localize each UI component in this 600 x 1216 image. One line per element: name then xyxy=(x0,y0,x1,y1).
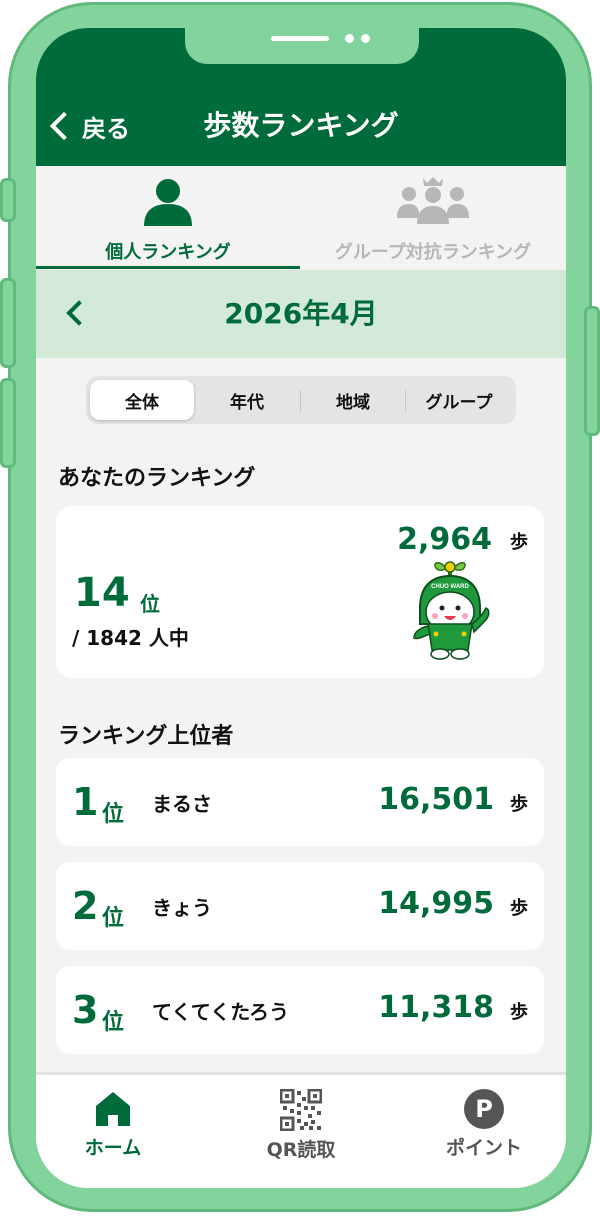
speaker-bar xyxy=(271,36,329,41)
camera-dot xyxy=(345,34,354,43)
bottom-navigation: ホーム QR読取 P ポイント xyxy=(36,1072,566,1188)
month-selector: 2026年4月 xyxy=(36,270,566,358)
group-icon xyxy=(397,177,469,224)
point-icon: P xyxy=(464,1089,504,1129)
side-button xyxy=(0,178,16,222)
nav-qr-reader[interactable]: QR読取 xyxy=(250,1075,352,1188)
filter-group[interactable]: グループ xyxy=(406,380,512,420)
row-steps-unit: 歩 xyxy=(510,794,528,815)
qr-code-icon xyxy=(280,1089,322,1131)
nav-label: QR読取 xyxy=(266,1139,336,1161)
nav-points[interactable]: P ポイント xyxy=(428,1075,540,1188)
ranking-tabs: 個人ランキング グループ対抗ランキング xyxy=(36,166,566,270)
nav-home[interactable]: ホーム xyxy=(62,1075,164,1188)
side-button xyxy=(0,278,16,368)
my-rank-unit: 位 xyxy=(140,592,160,616)
phone-notch xyxy=(185,22,419,64)
my-ranking-heading: あなたのランキング xyxy=(58,466,256,491)
home-icon xyxy=(96,1092,130,1126)
my-ranking-card: 14 位 / 1842 人中 2,964 歩 CHUO WARD xyxy=(56,506,544,678)
row-steps: 16,501 xyxy=(378,782,494,817)
my-steps: 2,964 xyxy=(397,522,492,557)
tab-individual-ranking[interactable]: 個人ランキング xyxy=(36,166,300,270)
ranking-filter: 全体 年代 地域 グループ xyxy=(86,376,516,424)
row-steps: 14,995 xyxy=(378,886,494,921)
leaderboard-row[interactable]: 2 位 きょう 14,995 歩 xyxy=(56,862,544,950)
participant-total: / 1842 人中 xyxy=(72,626,189,650)
row-rank-unit: 位 xyxy=(102,802,125,827)
active-tab-indicator xyxy=(36,266,300,269)
row-name: きょう xyxy=(152,896,212,920)
row-rank-unit: 位 xyxy=(102,906,125,931)
page-title: 歩数ランキング xyxy=(203,109,399,142)
row-rank: 2 xyxy=(72,884,99,928)
row-steps-unit: 歩 xyxy=(510,898,528,919)
row-steps: 11,318 xyxy=(378,990,494,1025)
tab-label: グループ対抗ランキング xyxy=(334,242,532,263)
filter-region[interactable]: 地域 xyxy=(301,380,405,420)
row-steps-unit: 歩 xyxy=(510,1002,528,1023)
leaderboard-row[interactable]: 3 位 てくてくたろう 11,318 歩 xyxy=(56,966,544,1054)
app-screen: 戻る 歩数ランキング 個人ランキング グループ対抗ランキング 2026年4月 全… xyxy=(36,28,566,1188)
side-button xyxy=(584,306,600,436)
leaderboard-row[interactable]: 1 位 まるさ 16,501 歩 xyxy=(56,758,544,846)
row-rank: 3 xyxy=(72,988,99,1032)
steps-unit: 歩 xyxy=(510,532,528,553)
month-label: 2026年4月 xyxy=(224,297,378,330)
mascot-badge: CHUO WARD xyxy=(431,584,469,590)
camera-dot xyxy=(361,34,370,43)
person-icon xyxy=(144,179,192,226)
mascot-image: CHUO WARD xyxy=(413,561,490,660)
my-rank: 14 xyxy=(74,570,130,616)
tab-label: 個人ランキング xyxy=(105,242,231,263)
nav-label: ホーム xyxy=(84,1137,142,1159)
row-rank-unit: 位 xyxy=(102,1010,125,1035)
row-name: まるさ xyxy=(152,792,212,816)
row-name: てくてくたろう xyxy=(152,1000,289,1024)
side-button xyxy=(0,378,16,468)
filter-all[interactable]: 全体 xyxy=(90,380,194,420)
row-rank: 1 xyxy=(72,780,99,824)
filter-age[interactable]: 年代 xyxy=(194,380,300,420)
tab-group-ranking[interactable]: グループ対抗ランキング xyxy=(300,166,566,270)
leaderboard-heading: ランキング上位者 xyxy=(58,724,234,749)
nav-label: ポイント xyxy=(445,1137,522,1159)
